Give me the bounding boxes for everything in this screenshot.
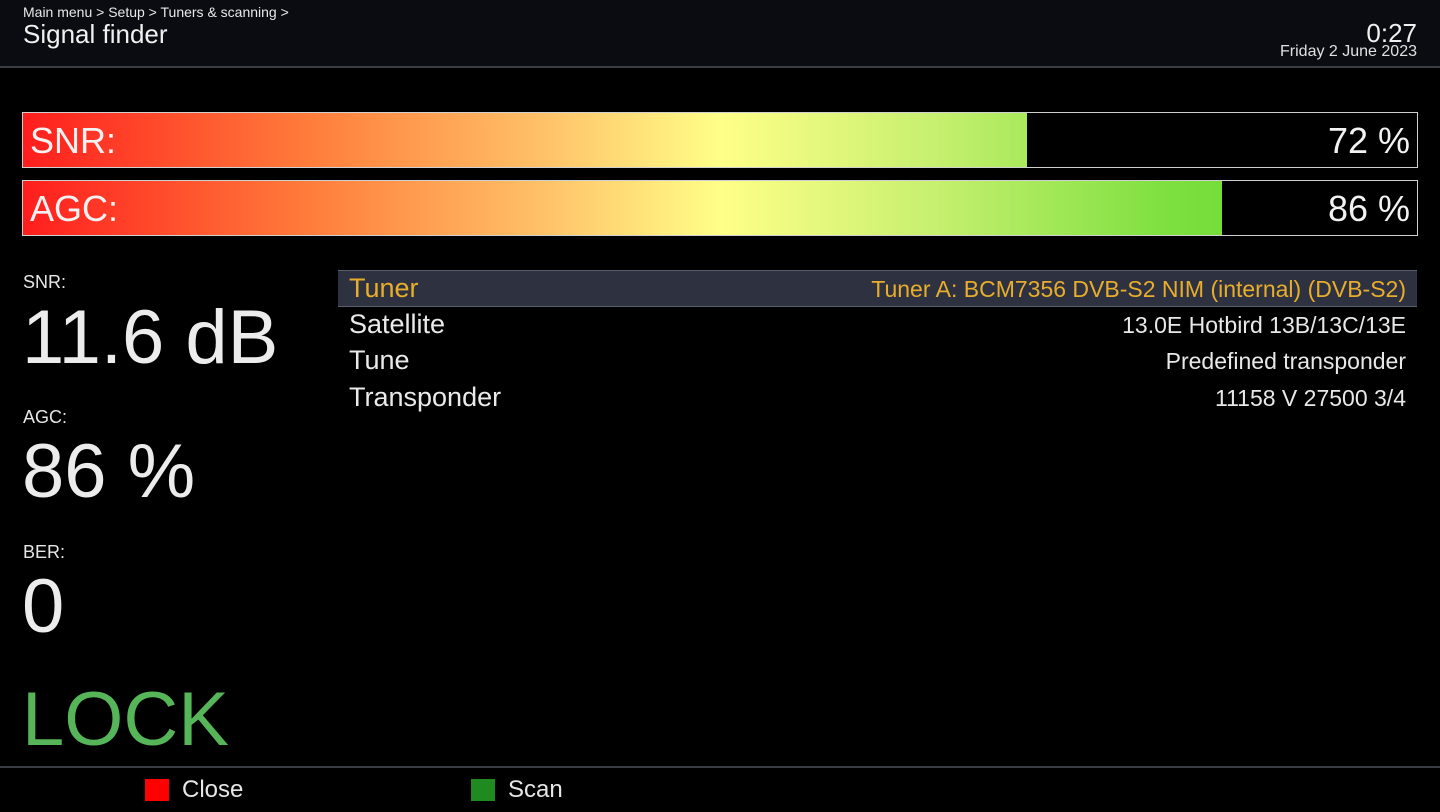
snr-bar-label: SNR: xyxy=(30,120,117,161)
snr-bar-fill xyxy=(23,113,1027,167)
info-value: Tuner A: BCM7356 DVB-S2 NIM (internal) (… xyxy=(871,276,1406,302)
info-key: Satellite xyxy=(349,308,446,339)
agc-bar-value: 86 % xyxy=(1327,188,1410,229)
info-row-tune[interactable]: Tune Predefined transponder xyxy=(338,343,1417,380)
agc-bar-label: AGC: xyxy=(30,188,119,229)
close-button[interactable]: Close xyxy=(145,776,244,803)
date: Friday 2 June 2023 xyxy=(1280,43,1417,60)
scan-label: Scan xyxy=(508,776,563,803)
info-key: Tuner xyxy=(349,273,419,303)
close-label: Close xyxy=(182,776,244,803)
tuner-info-list[interactable]: Tuner Tuner A: BCM7356 DVB-S2 NIM (inter… xyxy=(338,270,1417,416)
snr-stat-label: SNR: xyxy=(23,272,67,292)
info-value: 13.0E Hotbird 13B/13C/13E xyxy=(1122,311,1406,338)
page-title: Signal finder xyxy=(23,19,168,49)
red-key-icon xyxy=(145,779,169,801)
info-value: Predefined transponder xyxy=(1165,348,1406,375)
info-key: Transponder xyxy=(349,381,502,412)
scan-button[interactable]: Scan xyxy=(471,776,563,803)
header-bar: Main menu > Setup > Tuners & scanning > … xyxy=(0,0,1440,68)
footer-bar: Close Scan xyxy=(0,766,1440,812)
info-row-transponder[interactable]: Transponder 11158 V 27500 3/4 xyxy=(338,380,1417,417)
ber-stat-value: 0 xyxy=(22,564,65,649)
info-row-tuner[interactable]: Tuner Tuner A: BCM7356 DVB-S2 NIM (inter… xyxy=(338,270,1417,307)
info-row-satellite[interactable]: Satellite 13.0E Hotbird 13B/13C/13E xyxy=(338,307,1417,344)
breadcrumb: Main menu > Setup > Tuners & scanning > xyxy=(23,4,289,20)
ber-stat-label: BER: xyxy=(23,542,66,562)
info-key: Tune xyxy=(349,345,410,376)
snr-stat-value: 11.6 dB xyxy=(22,295,279,380)
snr-bar-value: 72 % xyxy=(1327,120,1410,161)
agc-bar-fill xyxy=(23,181,1222,235)
agc-stat-value: 86 % xyxy=(22,429,196,514)
snr-bar: SNR: 72 % xyxy=(22,112,1418,168)
agc-stat-label: AGC: xyxy=(23,407,68,427)
agc-bar: AGC: 86 % xyxy=(22,180,1418,236)
green-key-icon xyxy=(471,779,495,801)
info-value: 11158 V 27500 3/4 xyxy=(1215,384,1406,411)
lock-status: LOCK xyxy=(22,677,229,762)
